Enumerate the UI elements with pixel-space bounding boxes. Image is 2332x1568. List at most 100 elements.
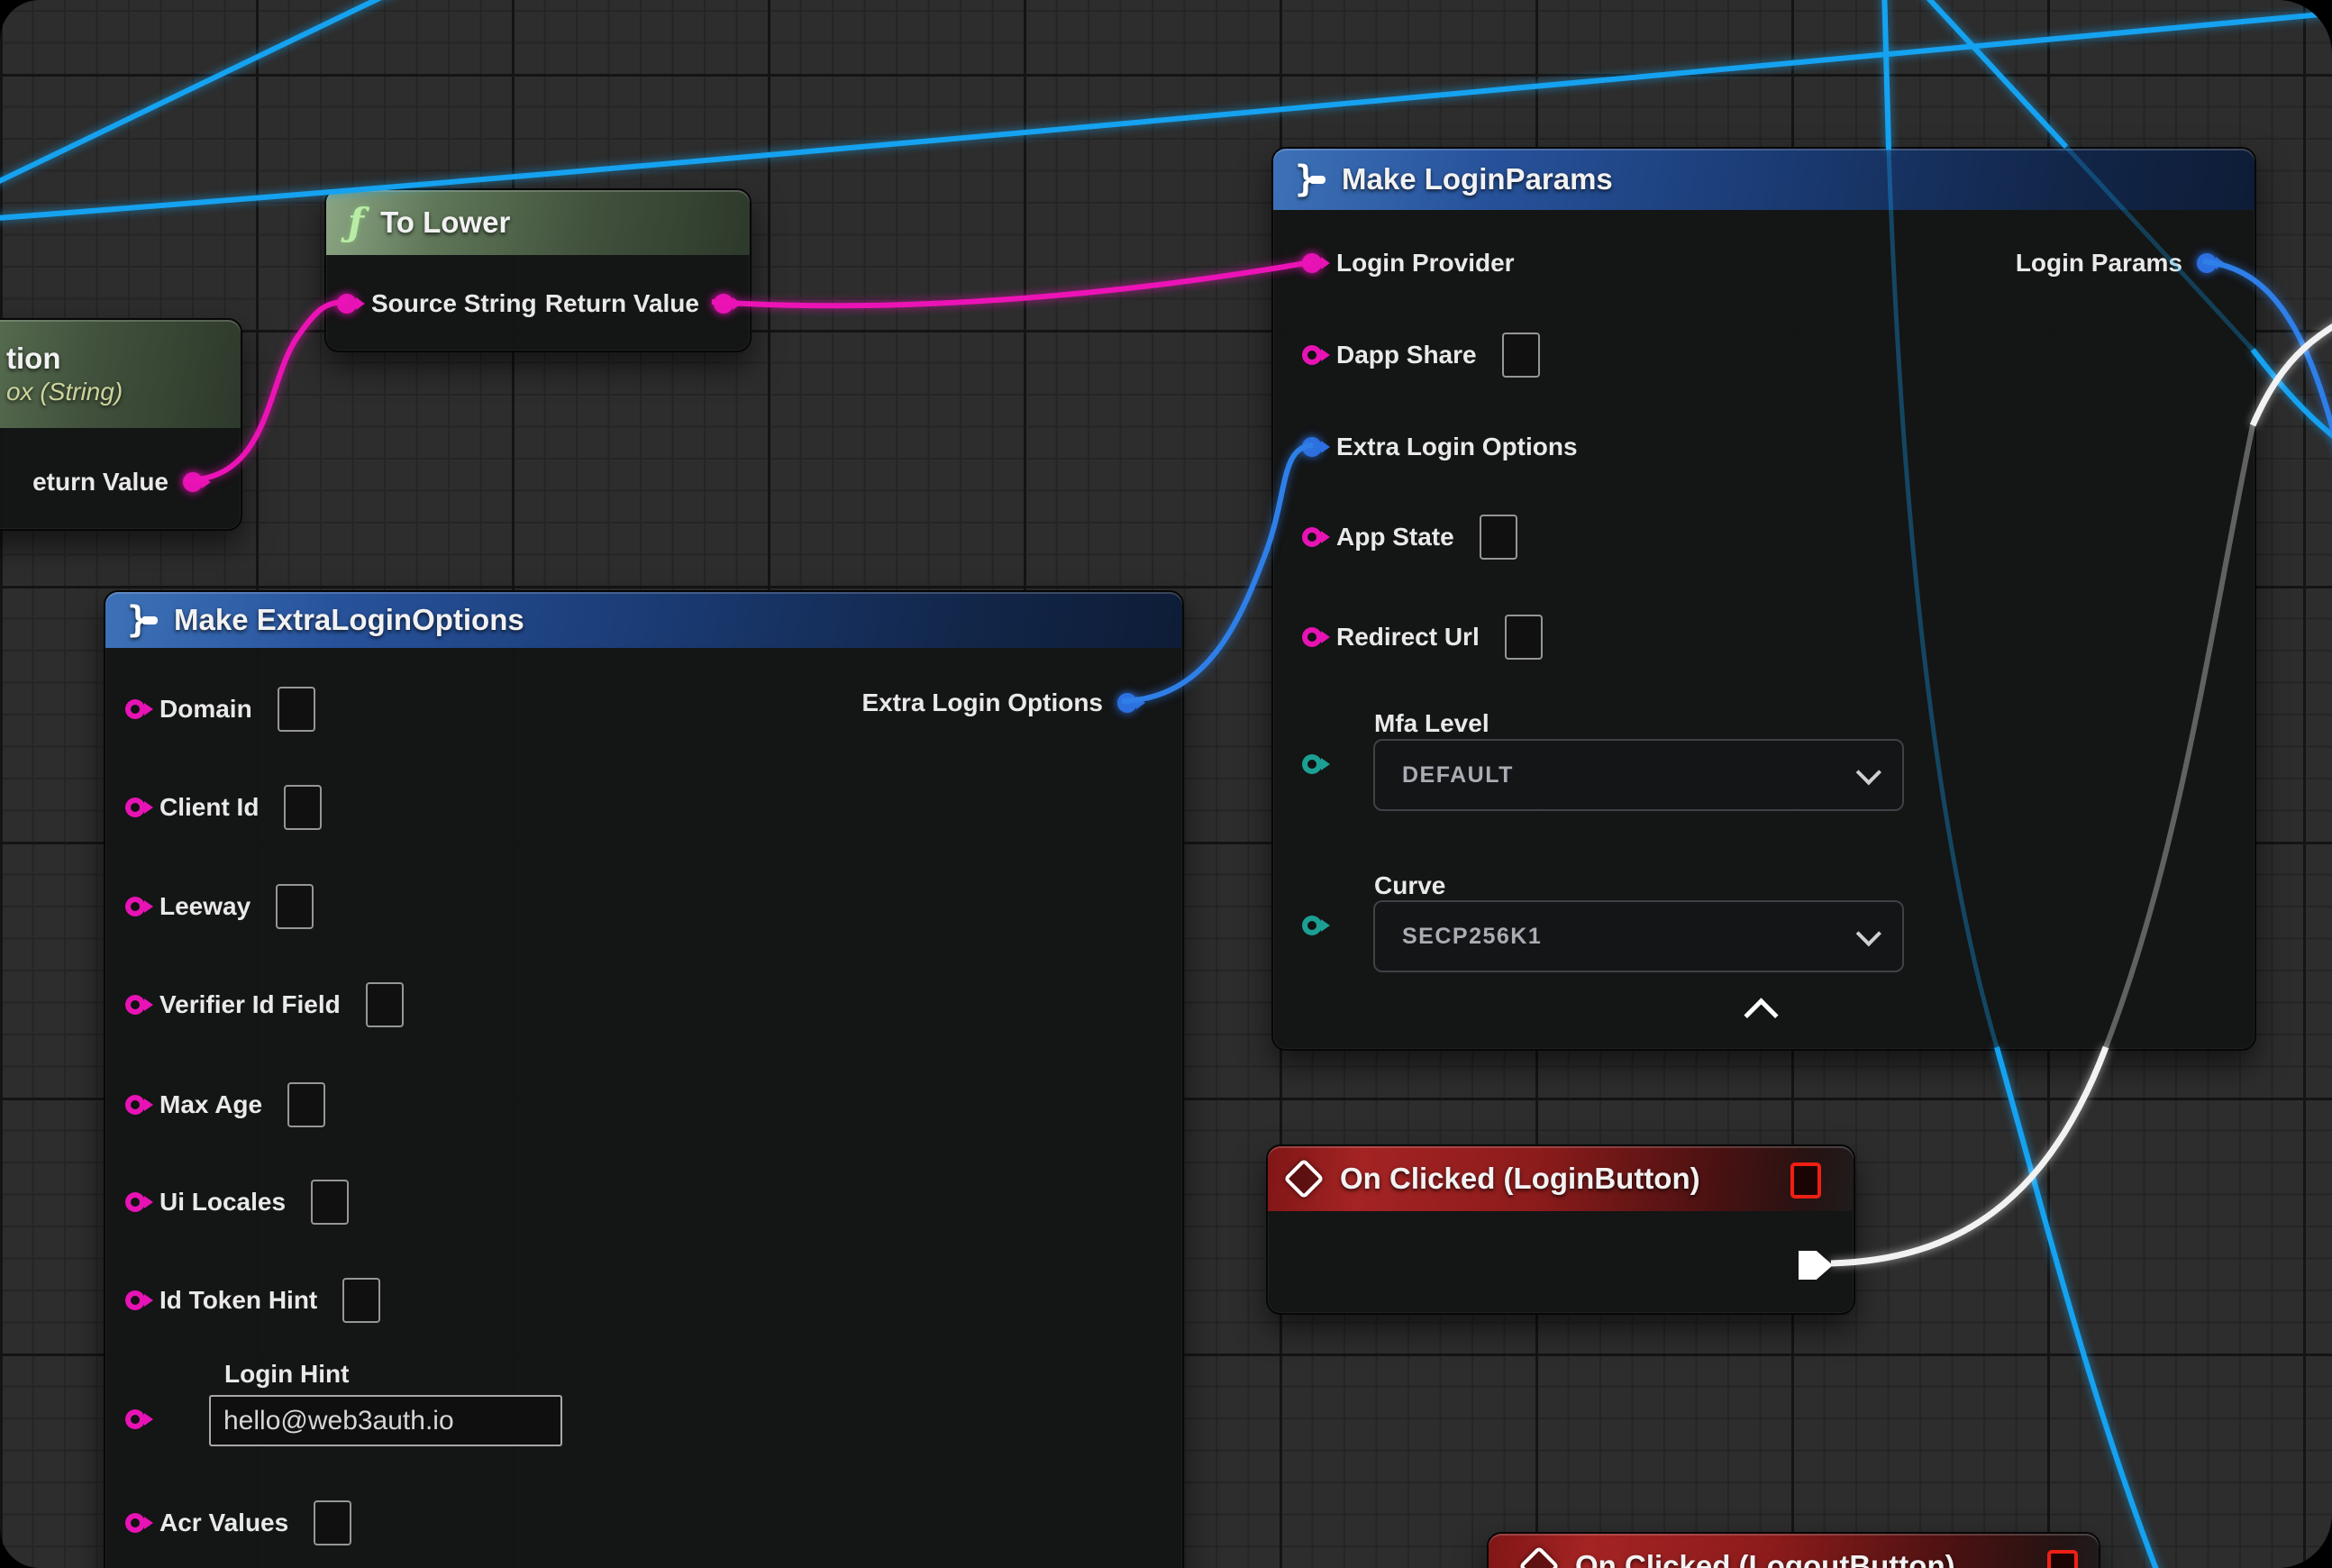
node-make-login-params[interactable]: } Make LoginParams Login Params Login Pr… [1271,147,2256,1051]
pin-label: Extra Login Options [861,688,1103,717]
enum-input-pin[interactable] [1302,754,1322,774]
string-input-pin[interactable] [1302,345,1322,365]
string-input-pin[interactable] [125,699,145,719]
dapp-share-checkbox[interactable] [1502,333,1540,378]
pin-row-ui-locales: Ui Locales [125,1181,349,1224]
pin-row-max-age: Max Age [125,1083,325,1126]
pin-label: Dapp Share [1336,341,1477,369]
node-title: Make LoginParams [1342,162,1613,196]
acr-values-checkbox[interactable] [314,1500,351,1545]
pin-label: Id Token Hint [159,1286,317,1315]
pin-label: Verifier Id Field [159,990,341,1019]
pin-row-acr-values: Acr Values [125,1501,351,1545]
node-getter-header[interactable]: tion ox (String) [0,320,241,428]
pin-label: Leeway [159,892,251,921]
dropdown-value: SECP256K1 [1402,924,1542,950]
exec-output-pin[interactable] [1799,1251,1833,1280]
make-struct-icon: } [1295,164,1325,195]
string-output-pin[interactable] [714,294,733,314]
wire-blue-diagonal-c-lower[interactable] [2253,350,2332,443]
pin-row-dapp-share: Dapp Share [1302,333,1540,377]
enum-input-pin[interactable] [1302,916,1322,935]
node-to-lower[interactable]: ƒ To Lower Source String Return Value [324,188,752,352]
string-input-pin[interactable] [125,995,145,1015]
string-input-pin[interactable] [125,1192,145,1212]
pin-label: Acr Values [159,1509,288,1537]
string-output-pin[interactable] [183,472,203,492]
wire-blue-vertical-lower[interactable] [1997,1047,2163,1568]
node-title: Make ExtraLoginOptions [174,603,524,637]
wire-blue-diagonal-a[interactable] [0,0,404,194]
node-on-clicked-logout-button[interactable]: On Clicked (LogoutButton) [1487,1532,2100,1568]
curve-dropdown[interactable]: SECP256K1 [1373,900,1904,972]
delegate-square-icon[interactable] [2047,1550,2078,1568]
ui-locales-checkbox[interactable] [311,1180,349,1225]
pin-row-id-token-hint: Id Token Hint [125,1279,380,1322]
node-on-clicked-logout-header[interactable]: On Clicked (LogoutButton) [1489,1534,2099,1568]
app-state-checkbox[interactable] [1480,515,1517,560]
pin-row-login-hint [125,1398,145,1441]
pin-row-redirect-url: Redirect Url [1302,615,1543,659]
node-getter-subtitle: ox (String) [6,378,123,406]
node-title: On Clicked (LogoutButton) [1575,1549,1955,1568]
node-title: On Clicked (LoginButton) [1340,1162,1700,1196]
node-to-lower-title: To Lower [380,205,510,240]
struct-output-pin[interactable] [2197,253,2217,273]
blueprint-graph-canvas[interactable]: tion ox (String) eturn Value ƒ To Lower … [0,0,2332,1568]
string-input-pin[interactable] [125,1409,145,1429]
string-input-pin[interactable] [337,294,357,314]
pin-row-client-id: Client Id [125,786,322,829]
pin-row-app-state: App State [1302,515,1517,559]
redirect-url-checkbox[interactable] [1505,615,1543,660]
node-on-clicked-login-header[interactable]: On Clicked (LoginButton) [1268,1146,1854,1211]
wire-exec-white-upper[interactable] [2253,302,2332,425]
mfa-level-dropdown[interactable]: DEFAULT [1373,739,1904,811]
pin-row-extra-login-options-out: Extra Login Options [861,681,1137,725]
collapse-chevron-up-icon[interactable] [1744,998,1778,1032]
string-input-pin[interactable] [125,1513,145,1533]
pin-label: Return Value [545,289,699,318]
node-getter-partial[interactable]: tion ox (String) eturn Value [0,318,242,531]
chevron-down-icon [1856,921,1881,946]
node-to-lower-header[interactable]: ƒ To Lower [326,190,750,255]
pin-label: App State [1336,523,1454,552]
pin-row-extra-login-options-in: Extra Login Options [1302,425,1578,469]
pin-row-domain: Domain [125,688,315,731]
event-icon [1518,1545,1559,1568]
pin-label: Ui Locales [159,1188,286,1217]
string-input-pin[interactable] [125,897,145,916]
node-make-extra-login-options-header[interactable]: } Make ExtraLoginOptions [105,592,1182,648]
string-input-pin[interactable] [125,1095,145,1115]
string-input-pin[interactable] [1302,527,1322,547]
id-token-hint-checkbox[interactable] [342,1278,380,1323]
wire-exec-white[interactable] [1831,1047,2106,1263]
string-input-pin[interactable] [1302,253,1322,273]
max-age-checkbox[interactable] [287,1082,325,1127]
delegate-square-icon[interactable] [1790,1162,1821,1199]
pin-label: Domain [159,695,252,724]
wire-blue-diagonal-c[interactable] [1918,0,2066,147]
dropdown-value: DEFAULT [1402,762,1514,789]
struct-output-pin[interactable] [1117,693,1137,713]
struct-input-pin[interactable] [1302,437,1322,457]
string-input-pin[interactable] [125,1290,145,1310]
pin-row-login-provider: Login Provider [1302,242,1515,285]
node-on-clicked-login-button[interactable]: On Clicked (LoginButton) [1266,1144,1855,1315]
node-make-login-params-header[interactable]: } Make LoginParams [1273,149,2255,210]
pin-label: Extra Login Options [1336,433,1578,461]
pin-label: Source String [371,289,537,318]
leeway-checkbox[interactable] [276,884,314,929]
make-struct-icon: } [127,605,158,635]
pin-label: Max Age [159,1090,262,1119]
pin-row-return-value-getter: eturn Value [32,460,203,504]
mfa-level-label: Mfa Level [1374,709,1489,738]
login-hint-input[interactable] [209,1395,562,1446]
string-input-pin[interactable] [125,798,145,817]
verifier-id-field-checkbox[interactable] [366,982,404,1027]
client-id-checkbox[interactable] [284,785,322,830]
string-input-pin[interactable] [1302,627,1322,647]
domain-checkbox[interactable] [278,687,315,732]
node-make-extra-login-options[interactable]: } Make ExtraLoginOptions Extra Login Opt… [104,590,1184,1568]
wire-string-tolower-to-loginprovider[interactable] [712,262,1311,305]
wire-blue-vertical[interactable] [1884,0,1889,150]
